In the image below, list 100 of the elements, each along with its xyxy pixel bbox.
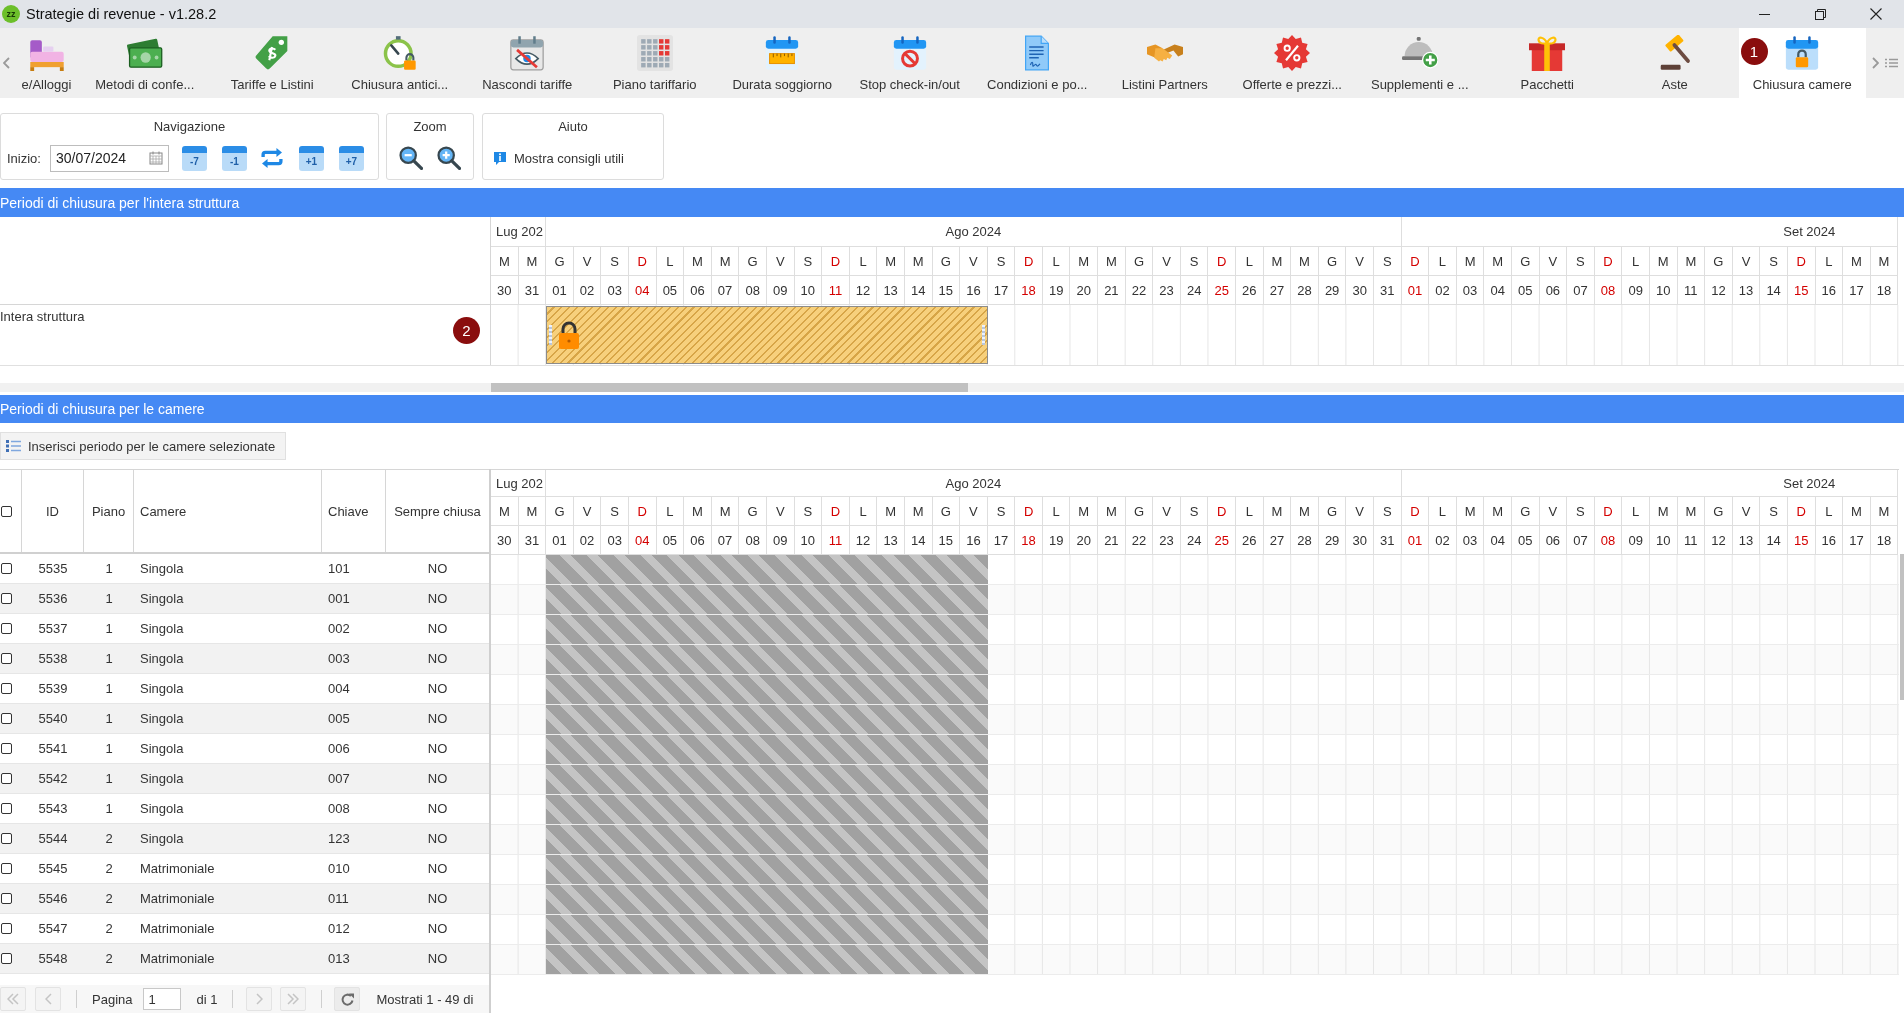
closed-period-block[interactable] <box>546 825 988 854</box>
weekday-header: D <box>628 247 657 276</box>
closed-period-block[interactable] <box>546 615 988 644</box>
row-checkbox[interactable] <box>1 653 12 664</box>
calendar-step-button[interactable]: +7 <box>338 145 364 171</box>
toolbar-tab[interactable]: Aste <box>1611 28 1739 98</box>
closed-period-block[interactable] <box>546 675 988 704</box>
table-cell-text: NO <box>426 920 449 938</box>
row-checkbox[interactable] <box>1 893 12 904</box>
column-header[interactable]: Piano <box>84 470 134 552</box>
row-checkbox[interactable] <box>1 683 12 694</box>
tips-button[interactable]: Mostra consigli utili <box>493 150 624 166</box>
toolbar-tab[interactable]: Pacchetti <box>1483 28 1611 98</box>
toolbar-tab[interactable]: Stop check-in/out <box>846 28 974 98</box>
row-label: Intera struttura <box>0 309 86 324</box>
closed-period-block[interactable] <box>546 795 988 824</box>
column-header[interactable]: Chiave <box>322 470 386 552</box>
zoom-out-button[interactable] <box>399 146 423 170</box>
resize-handle[interactable] <box>549 325 553 345</box>
toolbar-tab[interactable]: Metodi di confe... <box>81 28 209 98</box>
refresh-button[interactable] <box>334 987 361 1011</box>
day-header: 07 <box>1567 526 1595 555</box>
zoom-in-button[interactable] <box>437 146 461 170</box>
calendar-icon[interactable] <box>148 151 163 165</box>
column-header[interactable]: ID <box>22 470 84 552</box>
chevron-right-icon[interactable] <box>1872 57 1879 69</box>
row-checkbox[interactable] <box>1 923 12 934</box>
table-row[interactable]: 5542 1 Singola 007 NO <box>0 764 489 794</box>
insert-period-button[interactable]: Inserisci periodo per le camere selezionate <box>0 432 287 460</box>
scrollbar-thumb[interactable] <box>1900 554 1904 700</box>
table-row[interactable]: 5544 2 Singola 123 NO <box>0 824 489 854</box>
list-icon[interactable] <box>1885 58 1898 68</box>
toolbar-tab[interactable]: Condizioni e po... <box>973 28 1101 98</box>
closed-period-block[interactable] <box>546 945 988 974</box>
table-cell-text: 1 <box>104 710 114 728</box>
day-header: 04 <box>628 276 657 305</box>
weekday-header: G <box>1125 247 1154 276</box>
closed-period-block[interactable] <box>546 705 988 734</box>
toolbar-tab[interactable]: Durata soggiorno <box>718 28 846 98</box>
restore-icon <box>1814 8 1826 20</box>
row-checkbox[interactable] <box>1 713 12 724</box>
toolbar-tab[interactable]: Supplementi e ... <box>1356 28 1484 98</box>
closed-period-block[interactable] <box>546 555 988 584</box>
weekday-header: S <box>1374 497 1402 526</box>
weekday-header: S <box>1374 247 1402 276</box>
page-field[interactable]: 1 <box>143 988 182 1010</box>
column-header[interactable]: Camere <box>134 470 322 552</box>
day-header: 21 <box>1098 526 1126 555</box>
calendar-step-button[interactable]: -1 <box>221 145 247 171</box>
weekday-header: S <box>794 247 823 276</box>
day-header: 21 <box>1098 276 1126 305</box>
toolbar-tab[interactable]: Piano tariffario <box>591 28 719 98</box>
day-header: 12 <box>1705 276 1733 305</box>
table-row[interactable]: 5548 2 Matrimoniale 013 NO <box>0 944 489 974</box>
toolbar-tab[interactable]: Chiusura antici... <box>336 28 464 98</box>
row-checkbox[interactable] <box>1 833 12 844</box>
row-checkbox[interactable] <box>1 563 12 574</box>
closed-period-block[interactable] <box>546 585 988 614</box>
calendar-step-button[interactable]: +1 <box>298 145 324 171</box>
day-header: 13 <box>1732 276 1761 305</box>
swap-button[interactable] <box>259 148 284 168</box>
table-row[interactable]: 5540 1 Singola 005 NO <box>0 704 489 734</box>
day-header: 08 <box>1594 526 1623 555</box>
row-checkbox[interactable] <box>1 863 12 874</box>
table-row[interactable]: 5546 2 Matrimoniale 011 NO <box>0 884 489 914</box>
closed-period-block[interactable] <box>546 885 988 914</box>
row-checkbox[interactable] <box>1 773 12 784</box>
chevron-left-icon[interactable] <box>2 57 10 69</box>
toolbar-tab[interactable]: Offerte e prezzi... <box>1228 28 1356 98</box>
day-header: 17 <box>1843 276 1871 305</box>
toolbar-tab[interactable]: e/Alloggi <box>12 28 81 98</box>
row-checkbox[interactable] <box>1 743 12 754</box>
closed-period-block[interactable] <box>546 735 988 764</box>
day-header: 14 <box>904 276 933 305</box>
closed-period-block[interactable] <box>546 645 988 674</box>
day-header: 05 <box>1511 526 1540 555</box>
closed-period-block[interactable] <box>546 855 988 884</box>
date-field[interactable]: 30/07/2024 <box>49 144 169 172</box>
close-icon <box>1870 8 1882 20</box>
closed-period-block[interactable] <box>546 765 988 794</box>
column-header[interactable]: Sempre chiusa <box>386 470 489 552</box>
row-checkbox[interactable] <box>1 953 12 964</box>
day-header: 09 <box>1622 276 1650 305</box>
calendar-step-button[interactable]: -7 <box>181 145 207 171</box>
day-header: 11 <box>1677 526 1706 555</box>
weekday-header: D <box>1208 247 1237 276</box>
table-row[interactable]: 5538 1 Singola 003 NO <box>0 644 489 674</box>
resize-handle[interactable] <box>981 325 985 345</box>
select-all-checkbox[interactable] <box>1 505 12 517</box>
row-checkbox[interactable] <box>1 593 12 604</box>
scrollbar-thumb[interactable] <box>491 383 968 392</box>
closed-period-block[interactable] <box>546 915 988 944</box>
row-checkbox[interactable] <box>1 803 12 814</box>
toolbar-tab[interactable]: Nascondi tariffe <box>463 28 591 98</box>
toolbar-tab[interactable]: Listini Partners <box>1101 28 1229 98</box>
closed-period-bar[interactable] <box>546 306 988 364</box>
toolbar-tab[interactable]: Tariffe e Listini <box>208 28 336 98</box>
row-checkbox[interactable] <box>1 623 12 634</box>
table-row[interactable]: 5536 1 Singola 001 NO <box>0 584 489 614</box>
weekday-header: G <box>739 247 767 276</box>
